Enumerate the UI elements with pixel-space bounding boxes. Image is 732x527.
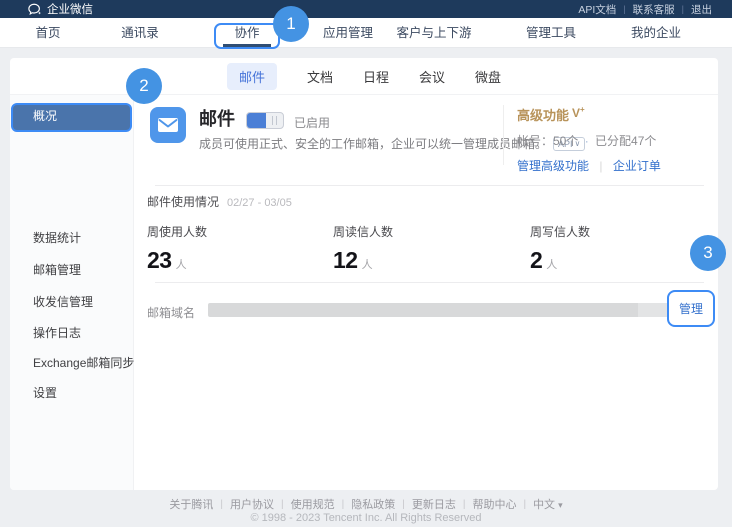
- premium-accounts-row: 帐号：50个 · 已分配47个: [517, 132, 717, 149]
- tab-docs[interactable]: 文档: [307, 67, 333, 86]
- mail-domain-redacted-value: [208, 303, 675, 317]
- contact-support-link[interactable]: 联系客服: [633, 2, 675, 17]
- separator: |: [599, 159, 602, 173]
- annotation-marker-2: 2: [126, 68, 162, 104]
- separator: |: [281, 499, 284, 510]
- separator: |: [402, 499, 405, 510]
- wecom-admin-screen: 企业微信 API文档 | 联系客服 | 退出 首页 通讯录 协作 应用管理 客户…: [0, 0, 732, 527]
- annotation-marker-3: 3: [690, 235, 726, 271]
- manage-premium-link[interactable]: 管理高级功能: [517, 159, 589, 173]
- stat-unit: 人: [176, 256, 187, 272]
- top-bar: 企业微信 API文档 | 联系客服 | 退出: [0, 0, 732, 18]
- separator: |: [220, 499, 223, 510]
- premium-title-row: 高级功能: [517, 105, 717, 124]
- tab-calendar[interactable]: 日程: [363, 67, 389, 86]
- enabled-status-label: 已启用: [294, 114, 330, 131]
- vip-plus-icon: [572, 105, 585, 120]
- stat-label: 周写信人数: [530, 223, 590, 240]
- separator: |: [523, 499, 526, 510]
- dot-separator: ·: [585, 134, 589, 148]
- active-nav-underline: [223, 44, 271, 47]
- footer-privacy-policy[interactable]: 隐私政策: [351, 496, 395, 512]
- mail-enabled-toggle[interactable]: [246, 112, 284, 129]
- sidebar-item-operation-log[interactable]: 操作日志: [10, 324, 134, 342]
- api-docs-link[interactable]: API文档: [578, 2, 616, 17]
- usage-header: 邮件使用情况 02/27 - 03/05: [147, 193, 292, 210]
- stat-weekly-users: 周使用人数 23 人: [147, 223, 207, 274]
- topbar-links: API文档 | 联系客服 | 退出: [578, 2, 712, 17]
- toggle-knob: [266, 113, 283, 128]
- nav-customers[interactable]: 客户与上下游: [396, 18, 471, 48]
- premium-section: 高级功能 帐号：50个 · 已分配47个 管理高级功能 | 企业订单: [517, 105, 717, 174]
- nav-home[interactable]: 首页: [35, 18, 60, 48]
- company-orders-link[interactable]: 企业订单: [613, 159, 661, 173]
- main-nav: 首页 通讯录 协作 应用管理 客户与上下游 管理工具 我的企业: [0, 18, 732, 48]
- nav-contacts[interactable]: 通讯录: [121, 18, 159, 48]
- nav-my-company[interactable]: 我的企业: [631, 18, 681, 48]
- stat-unit: 人: [546, 256, 557, 272]
- premium-title: 高级功能: [517, 105, 569, 124]
- premium-accounts: 帐号：50个: [517, 134, 578, 148]
- divider: [155, 185, 704, 186]
- premium-links-row: 管理高级功能 | 企业订单: [517, 157, 717, 174]
- brand-logo[interactable]: 企业微信: [28, 1, 93, 17]
- content-panel: 邮件 文档 日程 会议 微盘 概况 数据统计 邮箱管理 收发信管理 操作日志 E…: [10, 58, 718, 490]
- sub-tab-bar: 邮件 文档 日程 会议 微盘: [10, 58, 718, 95]
- stat-value: 12: [333, 247, 358, 274]
- footer-usage-rules[interactable]: 使用规范: [291, 496, 335, 512]
- tab-meeting[interactable]: 会议: [419, 67, 445, 86]
- usage-title: 邮件使用情况: [147, 193, 219, 210]
- copyright-text: © 1998 - 2023 Tencent Inc. All Rights Re…: [0, 512, 732, 524]
- footer-links: 关于腾讯 | 用户协议 | 使用规范 | 隐私政策 | 更新日志 | 帮助中心 …: [0, 496, 732, 512]
- mail-app-icon: [150, 107, 186, 143]
- stat-label: 周使用人数: [147, 223, 207, 240]
- usage-date-range: 02/27 - 03/05: [227, 197, 292, 209]
- stat-value-row: 23 人: [147, 247, 207, 274]
- brand-name: 企业微信: [47, 1, 93, 17]
- separator: |: [623, 4, 625, 14]
- separator: |: [682, 4, 684, 14]
- nav-admin-tools[interactable]: 管理工具: [526, 18, 576, 48]
- separator: |: [463, 499, 466, 510]
- nav-app-management[interactable]: 应用管理: [323, 18, 373, 48]
- sidebar-item-statistics[interactable]: 数据统计: [10, 229, 134, 247]
- stat-unit: 人: [362, 256, 373, 272]
- tab-drive[interactable]: 微盘: [475, 67, 501, 86]
- mail-domain-label: 邮箱域名: [147, 304, 195, 321]
- sidebar-item-mailbox-management[interactable]: 邮箱管理: [10, 261, 134, 279]
- logout-link[interactable]: 退出: [691, 2, 712, 17]
- annotation-box-manage: 管理: [667, 290, 715, 327]
- annotation-marker-1: 1: [273, 6, 309, 42]
- sidebar-item-exchange-sync[interactable]: Exchange邮箱同步: [10, 354, 134, 372]
- stat-value: 23: [147, 247, 172, 274]
- stat-label: 周读信人数: [333, 223, 393, 240]
- language-selector[interactable]: 中文: [533, 496, 563, 512]
- wecom-bubble-icon: [28, 3, 42, 16]
- header-vertical-divider: [503, 105, 504, 165]
- footer-user-agreement[interactable]: 用户协议: [230, 496, 274, 512]
- stat-value: 2: [530, 247, 542, 274]
- tab-mail[interactable]: 邮件: [227, 63, 277, 90]
- premium-assigned: 已分配47个: [595, 134, 656, 148]
- manage-domain-button[interactable]: 管理: [679, 300, 703, 317]
- stat-weekly-readers: 周读信人数 12 人: [333, 223, 393, 274]
- toggle-on-track: [247, 113, 266, 128]
- footer-help-center[interactable]: 帮助中心: [472, 496, 516, 512]
- footer-changelog[interactable]: 更新日志: [412, 496, 456, 512]
- divider: [155, 282, 704, 283]
- sidebar: 概况 数据统计 邮箱管理 收发信管理 操作日志 Exchange邮箱同步 设置: [10, 95, 134, 490]
- sidebar-item-send-receive[interactable]: 收发信管理: [10, 293, 134, 311]
- main-content: 邮件 已启用 成员可使用正式、安全的工作邮箱，企业可以统一管理成员邮箱。 API…: [135, 95, 718, 490]
- app-title: 邮件: [199, 105, 235, 131]
- stat-weekly-writers: 周写信人数 2 人: [530, 223, 590, 274]
- stat-value-row: 2 人: [530, 247, 590, 274]
- sidebar-item-settings[interactable]: 设置: [10, 384, 134, 402]
- footer-about-tencent[interactable]: 关于腾讯: [169, 496, 213, 512]
- sidebar-item-overview[interactable]: 概况: [11, 103, 132, 132]
- stat-value-row: 12 人: [333, 247, 393, 274]
- separator: |: [342, 499, 345, 510]
- app-description: 成员可使用正式、安全的工作邮箱，企业可以统一管理成员邮箱。: [199, 135, 547, 152]
